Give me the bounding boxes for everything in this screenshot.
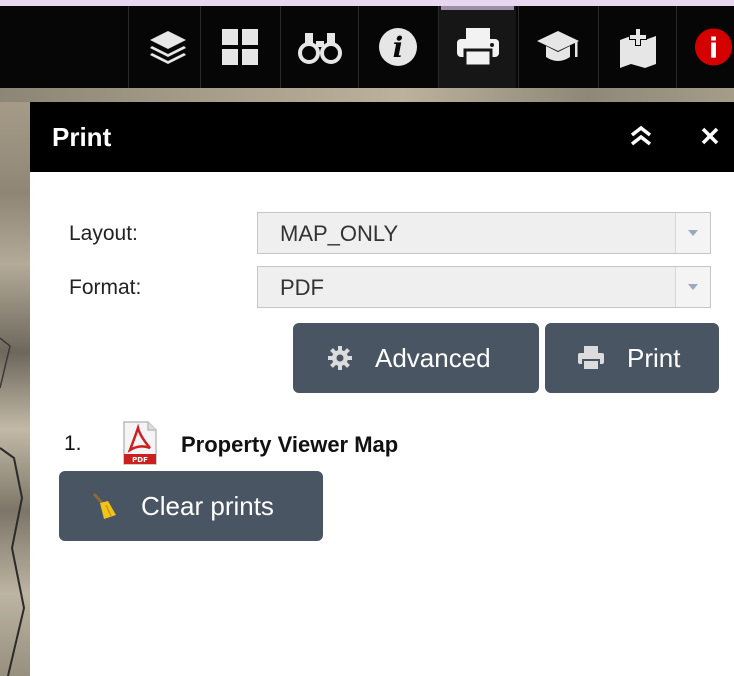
double-chevron-up-icon [630,125,652,146]
education-button[interactable] [518,6,596,88]
about-button[interactable]: i [676,6,734,88]
pdf-icon: PDF [120,420,160,471]
format-label: Format: [69,276,142,299]
info-button[interactable]: i [358,6,436,88]
collapse-button[interactable] [623,118,659,154]
binoculars-icon [297,33,342,64]
panel-title: Print [52,122,112,152]
advanced-button[interactable]: Advanced [293,323,539,393]
svg-text:PDF: PDF [132,456,148,464]
basemap-gallery-button[interactable] [200,6,278,88]
chevron-down-icon[interactable] [675,267,710,307]
layout-select-value: MAP_ONLY [280,221,399,246]
format-select-value: PDF [280,275,324,300]
print-tool-button[interactable] [438,6,516,88]
format-select[interactable]: PDF [257,266,711,308]
layout-select[interactable]: MAP_ONLY [257,212,711,254]
chevron-down-icon[interactable] [675,213,710,253]
advanced-button-label: Advanced [375,342,491,373]
close-icon [701,127,719,145]
info-icon: i [378,28,417,66]
clear-prints-label: Clear prints [141,490,274,521]
list-item: 1. PDF Property Viewer Map [64,420,564,468]
print-button[interactable]: Print [545,323,719,393]
map-strip[interactable] [0,88,734,102]
add-map-icon [619,28,656,68]
svg-text:i: i [392,31,403,64]
layout-label: Layout: [69,222,138,245]
layers-button[interactable] [128,6,206,88]
layers-icon [149,31,186,64]
print-item-link[interactable]: Property Viewer Map [181,432,398,458]
printer-icon [456,28,499,68]
grid-icon [221,29,258,65]
print-panel: Print Layout: MAP_ONLY Format: PDF Advan… [30,102,734,676]
broom-icon [89,491,119,521]
add-data-button[interactable] [598,6,676,88]
gear-icon [327,345,353,371]
graduation-cap-icon [536,31,579,61]
alert-info-icon: i [694,28,733,66]
close-button[interactable] [692,118,728,154]
map-parcel-lines [0,337,26,676]
panel-header: Print [30,102,734,172]
print-button-label: Print [627,342,681,373]
printer-icon [577,345,605,371]
clear-prints-button[interactable]: Clear prints [59,471,323,541]
svg-text:i: i [709,34,718,65]
search-button[interactable] [280,6,358,88]
print-item-number: 1. [64,432,82,455]
